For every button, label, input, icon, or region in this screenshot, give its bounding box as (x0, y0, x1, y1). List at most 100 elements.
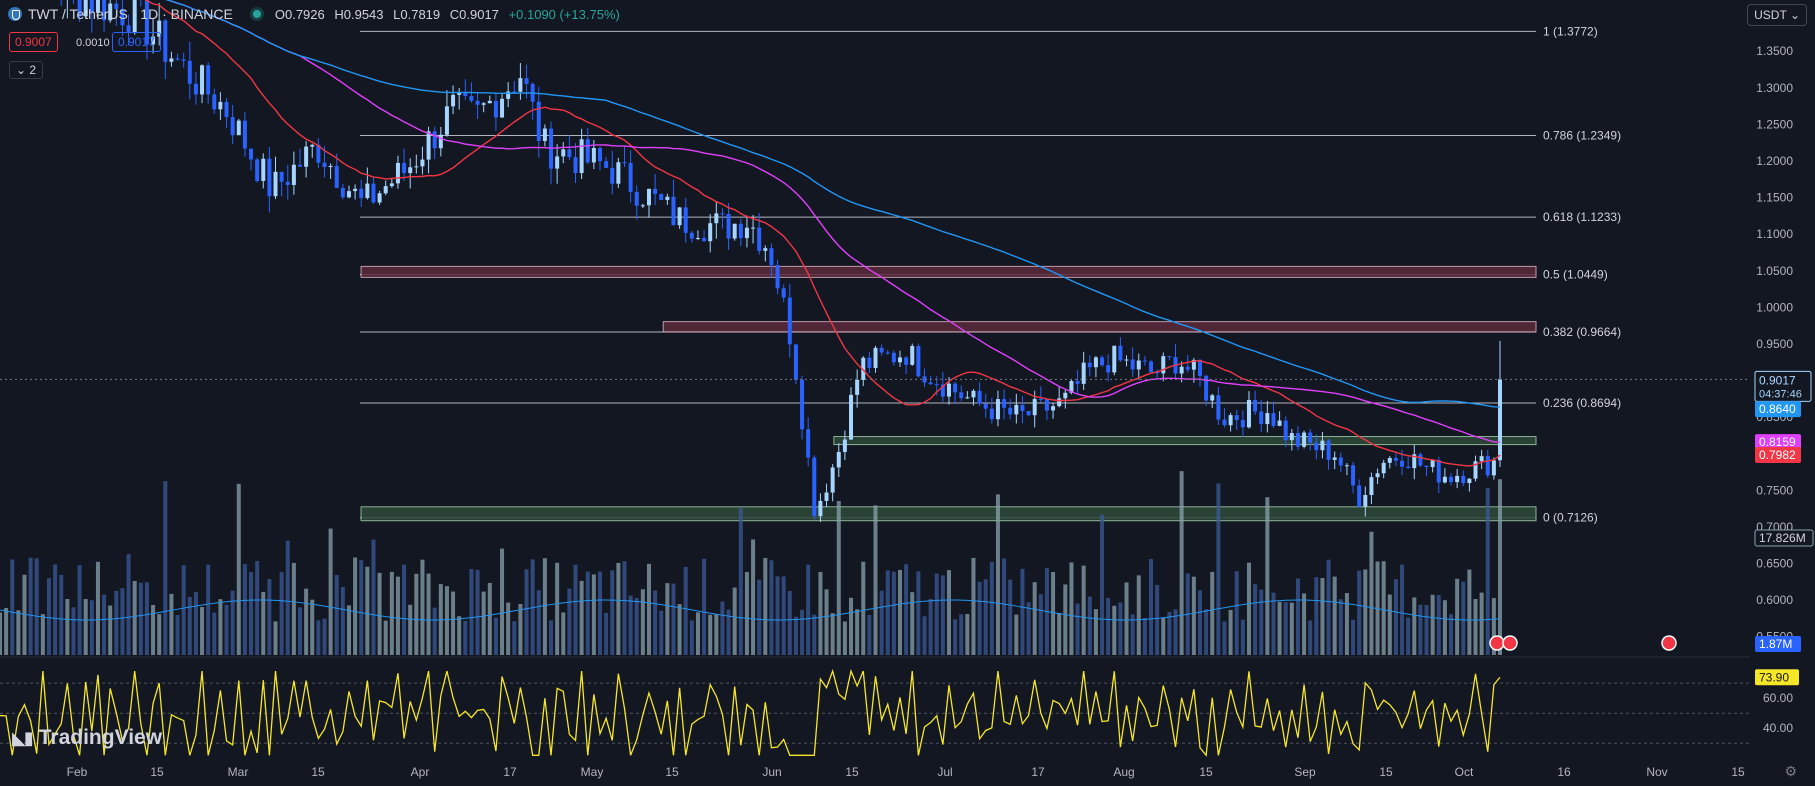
volume-bar (236, 483, 241, 655)
candle-body (646, 188, 651, 206)
volume-bar (1295, 578, 1300, 655)
volume-bar (132, 581, 137, 655)
symbol-title[interactable]: TWT / TetherUS · 1D · BINANCE (28, 6, 233, 22)
volume-bar (695, 612, 700, 655)
candle-body (775, 265, 780, 289)
price-axis-tick: 0.7500 (1756, 483, 1793, 497)
time-axis-tick: 15 (150, 765, 164, 779)
volume-bar (1357, 570, 1362, 655)
time-axis-tick: 15 (845, 765, 859, 779)
candle-body (622, 162, 627, 164)
volume-bar (793, 616, 798, 655)
volume-bar (989, 561, 994, 655)
candle-body (885, 352, 890, 354)
candle-body (677, 207, 682, 226)
candle-body (304, 146, 309, 167)
candle-body (849, 394, 854, 440)
tradingview-logo-icon: ◣▮ (12, 727, 34, 748)
candle-body (469, 96, 474, 101)
gear-icon[interactable]: ⚙ (1784, 763, 1797, 780)
close-value: C0.9017 (449, 6, 499, 22)
candle-body (432, 131, 437, 149)
price-chart[interactable]: 1.3500 1.3000 1.2500 1.2000 1.1500 1.1000 1.05… (0, 0, 1815, 786)
volume-bar (487, 582, 492, 655)
candle-body (1075, 381, 1080, 384)
us-event-icon (1661, 635, 1677, 651)
candle-body (1051, 406, 1056, 411)
volume-bar (665, 583, 670, 655)
volume-bar (457, 616, 462, 655)
volume-bar (910, 592, 915, 655)
candle-body (451, 94, 456, 107)
volume-bar (1179, 471, 1184, 655)
price-axis-tick: 1.3500 (1756, 44, 1793, 58)
volume-bar (879, 590, 884, 655)
volume-bar (1246, 562, 1251, 655)
volume-bar (420, 559, 425, 655)
volume-bar (659, 610, 664, 655)
resistance-zone (662, 321, 1537, 333)
candle-body (604, 161, 609, 168)
volume-bar (1051, 572, 1056, 655)
candle-body (1369, 477, 1374, 496)
volume-bar (732, 587, 737, 655)
volume-bar (1387, 594, 1392, 655)
candle-body (1375, 473, 1380, 478)
candle-body (818, 500, 823, 517)
price-axis-tick: 1.0500 (1756, 264, 1793, 278)
volume-bar (46, 578, 51, 655)
volume-bar (261, 591, 266, 655)
volume-bar (640, 589, 645, 655)
volume-bar (1259, 589, 1264, 655)
buy-price-button[interactable]: 0.9017 (112, 32, 161, 52)
volume-bar (787, 590, 792, 655)
candle-body (1112, 345, 1117, 373)
candle-body (1308, 432, 1313, 443)
candle-body (640, 205, 645, 207)
volume-bar (493, 617, 498, 655)
volume-bar (304, 588, 309, 655)
volume-bar (849, 597, 854, 655)
price-axis-tick: 1.1000 (1756, 227, 1793, 241)
candle-body (475, 100, 480, 105)
currency-select[interactable]: USDT ⌄ (1747, 4, 1807, 26)
candle-body (1259, 411, 1264, 425)
volume-bar (1124, 582, 1129, 655)
volume-bar (1069, 562, 1074, 655)
candle-body (928, 382, 933, 385)
candle-body (898, 357, 902, 363)
candle-body (169, 58, 174, 62)
volume-bar (1430, 594, 1435, 655)
volume-bar (506, 602, 511, 655)
volume-bar (1283, 602, 1288, 655)
volume-bar (316, 620, 321, 655)
tradingview-logo[interactable]: ◣▮ TradingView (12, 726, 162, 750)
candle-body (1100, 357, 1105, 366)
volume-bar (1442, 600, 1447, 655)
price-axis-tick: 1.2000 (1756, 154, 1793, 168)
volume-bar (469, 568, 474, 655)
volume-bar (346, 605, 351, 655)
sell-price-button[interactable]: 0.9007 (9, 32, 58, 52)
candle-body (298, 164, 302, 167)
indicators-toggle-button[interactable]: ⌄ 2 (9, 61, 44, 79)
volume-bar (200, 607, 205, 655)
candle-body (291, 164, 296, 185)
volume-bar (1479, 592, 1484, 655)
candle-body (1210, 395, 1215, 401)
time-axis-tick: 17 (503, 765, 517, 779)
volume-bar (65, 599, 70, 655)
volume-bar (983, 579, 988, 655)
volume-bar (157, 614, 162, 655)
volume-bar (1363, 569, 1368, 655)
candle-body (206, 65, 211, 95)
candle-body (1314, 442, 1319, 451)
time-axis-tick: 15 (1379, 765, 1393, 779)
chevron-down-icon: ⌄ (1789, 8, 1800, 22)
candle-body (683, 207, 688, 233)
volume-bar (769, 560, 774, 655)
volume-bar (1026, 602, 1031, 655)
candle-body (995, 399, 1000, 420)
candle-body (1332, 457, 1337, 460)
time-axis-tick: 16 (1557, 765, 1571, 779)
